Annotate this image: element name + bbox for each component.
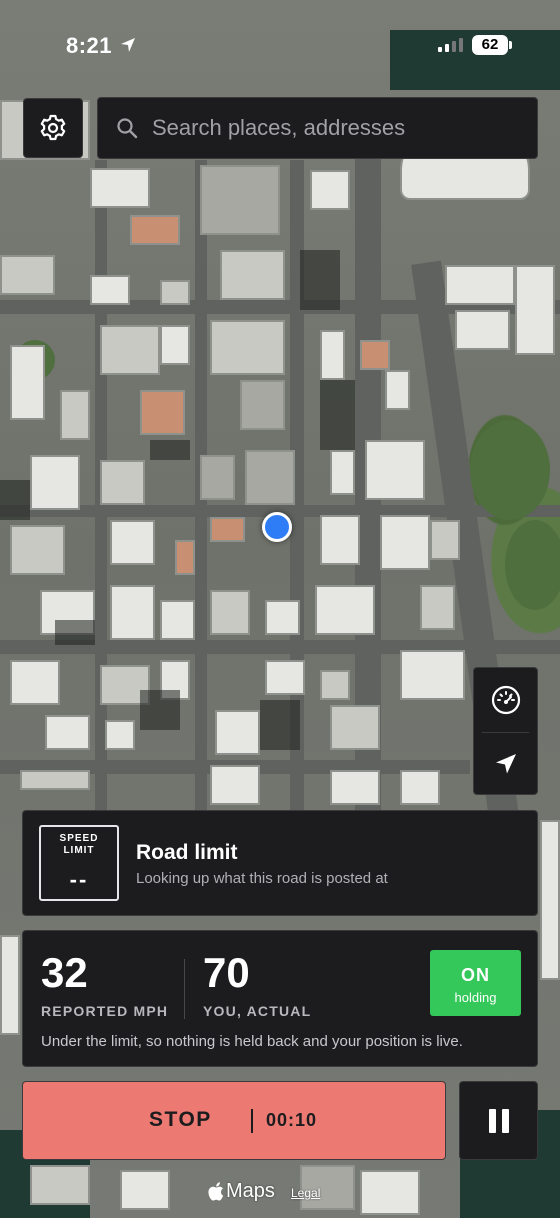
speed-card: 32 REPORTED MPH 70 YOU, ACTUAL ON holdin… (22, 930, 538, 1067)
actual-speed-label: YOU, ACTUAL (203, 1003, 312, 1019)
status-badge[interactable]: ON holding (430, 950, 521, 1016)
user-location-dot (262, 512, 292, 542)
speedometer-button[interactable] (474, 668, 537, 732)
search-icon (116, 117, 138, 139)
recenter-button[interactable] (474, 732, 537, 796)
reported-speed-label: REPORTED MPH (41, 1003, 169, 1019)
status-badge-sub: holding (454, 990, 497, 1005)
actual-speed-value: 70 (203, 949, 250, 996)
stop-button[interactable]: STOP 00:10 (22, 1081, 446, 1160)
speed-status-note: Under the limit, so nothing is held back… (41, 1033, 463, 1050)
pause-button[interactable] (459, 1081, 538, 1160)
elapsed-timer: 00:10 (266, 1110, 318, 1130)
location-services-icon (121, 38, 135, 52)
search-input[interactable]: Search places, addresses (152, 115, 405, 141)
gear-icon (40, 114, 66, 141)
speed-limit-caption-2: LIMIT (63, 845, 95, 856)
speed-limit-sign: SPEED LIMIT -- (39, 825, 119, 901)
speed-limit-caption-1: SPEED (59, 833, 99, 844)
settings-button[interactable] (23, 98, 83, 158)
apple-icon (208, 1182, 224, 1201)
pause-icon (488, 1108, 496, 1133)
pause-icon-bar (501, 1108, 509, 1133)
map-controls (473, 667, 538, 795)
battery-indicator: 62 (472, 35, 508, 55)
road-limit-card: SPEED LIMIT -- Road limit Looking up wha… (22, 810, 538, 916)
status-time: 8:21 (66, 33, 113, 58)
road-limit-subtitle: Looking up what this road is posted at (136, 870, 388, 887)
location-arrow-icon (495, 754, 516, 774)
speedometer-icon (491, 685, 520, 715)
stop-label: STOP (149, 1108, 212, 1131)
legal-link[interactable]: Legal (291, 1186, 320, 1200)
status-badge-state: ON (461, 965, 490, 985)
speed-divider (184, 959, 185, 1019)
reported-speed-value: 32 (41, 949, 88, 996)
cellular-signal-icon (438, 38, 463, 52)
maps-attribution: Maps (208, 1180, 275, 1203)
speed-limit-value: -- (69, 867, 89, 892)
maps-label: Maps (226, 1180, 275, 1202)
road-limit-title: Road limit (136, 841, 238, 864)
stop-separator (251, 1109, 253, 1133)
battery-tip (509, 41, 512, 49)
search-bar[interactable]: Search places, addresses (97, 97, 538, 159)
